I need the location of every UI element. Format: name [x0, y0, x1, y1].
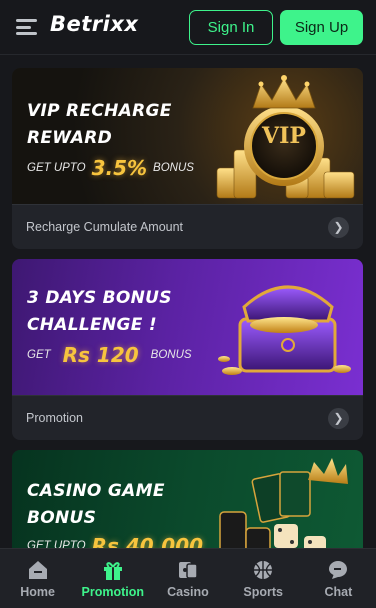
promo-title: VIP RECHARGE REWARD: [27, 101, 172, 148]
menu-icon[interactable]: [16, 19, 37, 35]
promo-card-challenge[interactable]: 3 DAYS BONUS CHALLENGE ! GET Rs 120 BONU…: [12, 259, 363, 440]
promo-footer-label: Recharge Cumulate Amount: [26, 220, 184, 234]
nav-item-casino[interactable]: Casino: [150, 558, 225, 599]
promo-footer[interactable]: Promotion ❯: [12, 395, 363, 440]
nav-item-promotion[interactable]: Promotion: [75, 558, 150, 599]
brand-logo[interactable]: Betrixx: [50, 12, 138, 36]
nav-item-home[interactable]: Home: [0, 558, 75, 599]
promotion-list[interactable]: VIP VIP RECHARGE REWARD GET UPTO 3.5% BO…: [0, 55, 376, 548]
promo-subtitle: GET Rs 120 BONUS: [27, 343, 192, 367]
bottom-nav: Home Promotion Casino Sports Chat: [0, 548, 376, 608]
chat-icon: [329, 561, 348, 579]
nav-label: Sports: [243, 585, 283, 599]
promo-title: CASINO GAME BONUS: [27, 481, 165, 528]
cards-icon: [178, 562, 198, 579]
promo-title: 3 DAYS BONUS CHALLENGE !: [27, 288, 172, 335]
promo-footer-label: Promotion: [26, 411, 83, 425]
promo-card-vip[interactable]: VIP VIP RECHARGE REWARD GET UPTO 3.5% BO…: [12, 68, 363, 249]
nav-label: Home: [20, 585, 55, 599]
sign-in-button[interactable]: Sign In: [189, 10, 273, 45]
home-icon: [28, 561, 47, 579]
promo-subtitle: GET UPTO Rs 40,000: [27, 534, 204, 548]
nav-label: Promotion: [81, 585, 145, 599]
top-header: Betrixx Sign In Sign Up: [0, 0, 376, 55]
nav-item-chat[interactable]: Chat: [301, 558, 376, 599]
gift-icon: [103, 562, 122, 580]
promo-subtitle: GET UPTO 3.5% BONUS: [27, 156, 194, 180]
promo-card-casino[interactable]: CASINO GAME BONUS GET UPTO Rs 40,000: [12, 450, 363, 548]
sign-up-button[interactable]: Sign Up: [280, 10, 363, 45]
promo-banner: VIP VIP RECHARGE REWARD GET UPTO 3.5% BO…: [12, 68, 363, 204]
chevron-right-icon[interactable]: ❯: [328, 407, 349, 429]
vip-badge-text: VIP: [262, 123, 306, 149]
nav-item-sports[interactable]: Sports: [226, 558, 301, 599]
nav-label: Casino: [167, 585, 209, 599]
ball-icon: [254, 561, 273, 579]
nav-label: Chat: [324, 585, 353, 599]
chevron-right-icon[interactable]: ❯: [328, 216, 349, 238]
promo-footer[interactable]: Recharge Cumulate Amount ❯: [12, 204, 363, 249]
promo-banner: CASINO GAME BONUS GET UPTO Rs 40,000: [12, 450, 363, 548]
promo-banner: 3 DAYS BONUS CHALLENGE ! GET Rs 120 BONU…: [12, 259, 363, 395]
